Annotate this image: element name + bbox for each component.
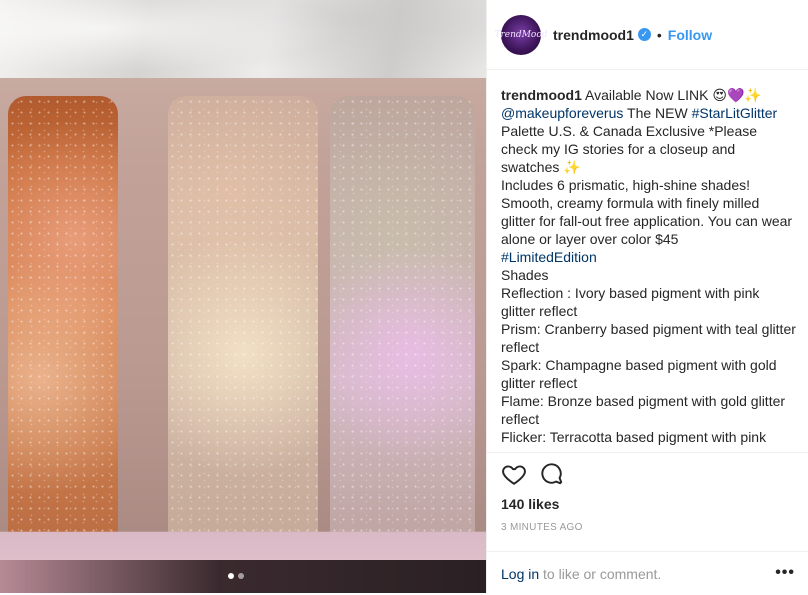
verified-badge-icon: ✓ xyxy=(637,28,651,41)
carousel-dot[interactable] xyxy=(238,573,244,579)
action-icons xyxy=(501,461,565,487)
post-header: TrendMood trendmood1 ✓ • Follow xyxy=(487,0,808,70)
username-link[interactable]: trendmood1 xyxy=(553,27,634,43)
shades-heading: Shades xyxy=(501,267,549,283)
more-options-icon[interactable]: ••• xyxy=(775,564,795,582)
hashtag-link[interactable]: #LimitedEdition xyxy=(501,249,597,265)
heart-icon[interactable] xyxy=(501,461,527,487)
shade-line: Spark: Champagne based pigment with gold… xyxy=(501,357,777,391)
caption-username[interactable]: trendmood1 xyxy=(501,87,582,103)
carousel-dot-active[interactable] xyxy=(228,573,234,579)
hashtag-link[interactable]: #StarLitGlitter xyxy=(692,105,778,121)
mention-link[interactable]: @makeupforeverus xyxy=(501,105,623,121)
shade-line: Reflection : Ivory based pigment with pi… xyxy=(501,285,760,319)
shade-line: Prism: Cranberry based pigment with teal… xyxy=(501,321,796,355)
post-panel: TrendMood trendmood1 ✓ • Follow trendmoo… xyxy=(486,0,808,593)
login-link[interactable]: Log in xyxy=(501,566,539,582)
caption-text: The NEW xyxy=(627,105,688,121)
separator-dot: • xyxy=(656,26,662,43)
likes-count[interactable]: 140 likes xyxy=(501,496,559,512)
login-prompt: Log in to like or comment. xyxy=(501,566,661,582)
login-prompt-text: to like or comment. xyxy=(543,565,662,582)
actions-area: 140 likes 3 MINUTES AGO Log in to like o… xyxy=(487,452,808,594)
carousel-indicator xyxy=(228,573,244,579)
avatar[interactable]: TrendMood xyxy=(495,14,548,55)
follow-button[interactable]: Follow xyxy=(668,27,712,43)
comment-bar: Log in to like or comment. ••• xyxy=(487,551,808,595)
caption: trendmood1 Available Now LINK 😍💜✨ @makeu… xyxy=(501,86,796,448)
post-image[interactable] xyxy=(0,0,486,593)
shade-line: Flame: Bronze based pigment with gold gl… xyxy=(501,393,786,427)
caption-text: Available Now LINK 😍💜✨ xyxy=(585,87,762,103)
avatar-logo: TrendMood xyxy=(494,29,548,40)
comment-icon[interactable] xyxy=(539,461,565,487)
caption-text: Palette U.S. & Canada Exclusive *Please … xyxy=(501,123,758,175)
caption-text: Includes 6 prismatic, high-shine shades!… xyxy=(501,177,793,247)
post-timestamp[interactable]: 3 MINUTES AGO xyxy=(501,522,583,533)
shade-line: Flicker: Terracotta based pigment with p… xyxy=(501,429,767,448)
